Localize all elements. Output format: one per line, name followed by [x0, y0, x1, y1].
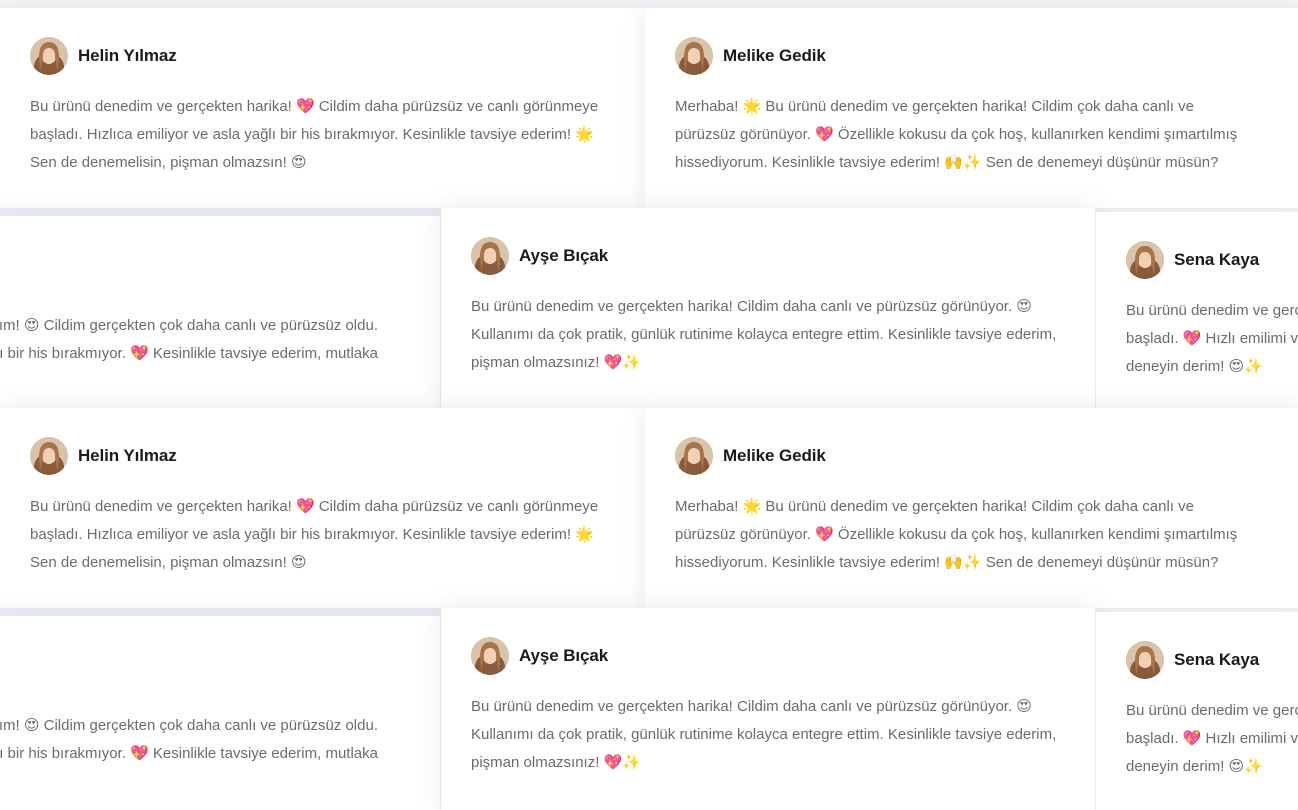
review-text-line: deneyin derim! 😍✨ [1126, 758, 1263, 775]
testimonial-card: ayıldım! 😍 Cildim gerçekten çok daha can… [0, 216, 440, 408]
reviewer-name: Sena Kaya [1174, 250, 1260, 269]
review-text: ayıldım! 😍 Cildim gerçekten çok daha can… [0, 712, 410, 768]
review-text: ayıldım! 😍 Cildim gerçekten çok daha can… [0, 312, 410, 368]
testimonial-card: Helin Yılmaz Bu ürünü denedim ve gerçekt… [0, 408, 645, 608]
avatar [675, 37, 713, 75]
review-text: Bu ürünü denedim ve gerç başladı. 💖 Hızl… [1126, 697, 1298, 781]
reviewer-name: Ayşe Bıçak [519, 646, 609, 665]
testimonial-card: Ayşe Bıçak Bu ürünü denedim ve gerçekten… [441, 208, 1095, 408]
testimonial-marquee: Helin Yılmaz Bu ürünü denedim ve gerçekt… [0, 0, 1298, 810]
review-text-line: ayıldım! 😍 Cildim gerçekten çok daha can… [0, 317, 378, 334]
reviewer-name: Melike Gedik [723, 46, 826, 65]
review-text-line: Bu ürünü denedim ve gerç [1126, 702, 1298, 719]
testimonial-card: Ayşe Bıçak Bu ürünü denedim ve gerçekten… [441, 608, 1095, 810]
review-text-line: Bu ürünü denedim ve gerç [1126, 302, 1298, 319]
avatar [675, 437, 713, 475]
review-text-line: ağlı bir his bırakmıyor. 💖 Kesinlikle ta… [0, 745, 378, 762]
review-text: Bu ürünü denedim ve gerçekten harika! 💖 … [30, 498, 599, 571]
review-text: Bu ürünü denedim ve gerç başladı. 💖 Hızl… [1126, 297, 1298, 381]
review-text-line: başladı. 💖 Hızlı emilimi ve [1126, 330, 1298, 347]
avatar [30, 37, 68, 75]
reviewer-name: Helin Yılmaz [78, 46, 177, 65]
review-text: Merhaba! 🌟 Bu ürünü denedim ve gerçekten… [675, 98, 1238, 171]
reviewer-name: Ayşe Bıçak [519, 246, 609, 265]
review-text: Bu ürünü denedim ve gerçekten harika! Ci… [471, 298, 1057, 371]
testimonial-card: Melike Gedik Merhaba! 🌟 Bu ürünü denedim… [645, 408, 1298, 608]
reviewer-name: Sena Kaya [1174, 650, 1260, 669]
testimonial-card: Helin Yılmaz Bu ürünü denedim ve gerçekt… [0, 8, 645, 208]
testimonial-card: Sena Kaya Bu ürünü denedim ve gerç başla… [1095, 612, 1298, 810]
review-text-line: deneyin derim! 😍✨ [1126, 358, 1263, 375]
review-text-line: ağlı bir his bırakmıyor. 💖 Kesinlikle ta… [0, 345, 378, 362]
avatar [471, 637, 509, 675]
review-text-line: ayıldım! 😍 Cildim gerçekten çok daha can… [0, 717, 378, 734]
avatar [1126, 241, 1164, 279]
reviewer-name: Melike Gedik [723, 446, 826, 465]
testimonial-card: Melike Gedik Merhaba! 🌟 Bu ürünü denedim… [645, 8, 1298, 208]
testimonial-card: ayıldım! 😍 Cildim gerçekten çok daha can… [0, 616, 440, 810]
avatar [1126, 641, 1164, 679]
avatar [30, 437, 68, 475]
review-text-line: başladı. 💖 Hızlı emilimi ve [1126, 730, 1298, 747]
avatar [471, 237, 509, 275]
testimonial-card: Sena Kaya Bu ürünü denedim ve gerç başla… [1095, 212, 1298, 408]
review-text: Merhaba! 🌟 Bu ürünü denedim ve gerçekten… [675, 498, 1238, 571]
review-text: Bu ürünü denedim ve gerçekten harika! Ci… [471, 698, 1057, 771]
reviewer-name: Helin Yılmaz [78, 446, 177, 465]
review-text: Bu ürünü denedim ve gerçekten harika! 💖 … [30, 98, 599, 171]
